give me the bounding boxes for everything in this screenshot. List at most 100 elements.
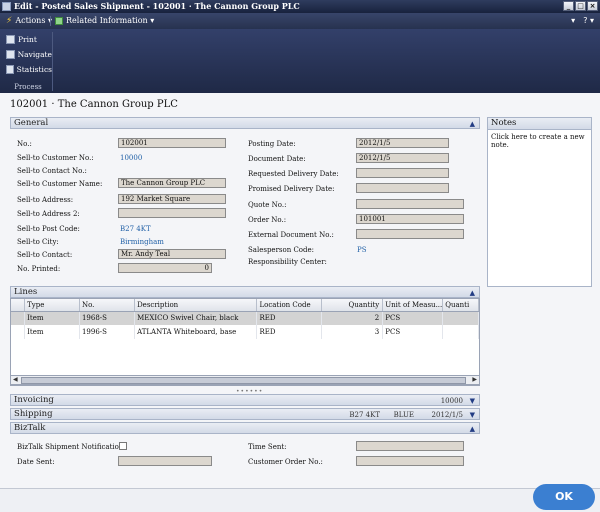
create-note-link[interactable]: Click here to create a new note. xyxy=(488,130,591,152)
column-unit-of-measure[interactable]: Unit of Measu... xyxy=(382,299,444,312)
external-doc-label: External Document No.: xyxy=(248,231,334,239)
statistics-button[interactable]: Statistics xyxy=(3,62,52,77)
cell-location-code[interactable]: RED xyxy=(256,311,323,325)
column-location-code[interactable]: Location Code xyxy=(256,299,323,312)
related-information-label: Related Information ▾ xyxy=(66,16,155,25)
customer-name-field[interactable]: The Cannon Group PLC xyxy=(118,178,226,188)
responsibility-center-label: Responsibility Center: xyxy=(248,258,327,266)
no-field[interactable]: 102001 xyxy=(118,138,226,148)
cell-quantity-invoiced[interactable] xyxy=(442,311,479,325)
time-sent-label: Time Sent: xyxy=(248,443,287,451)
cell-location-code[interactable]: RED xyxy=(256,325,323,339)
cell-unit-of-measure[interactable]: PCS xyxy=(382,311,444,325)
shipping-post-code: B27 4KT xyxy=(349,411,380,419)
scrollbar-thumb[interactable] xyxy=(21,377,466,384)
print-label: Print xyxy=(18,35,37,44)
time-sent-field[interactable] xyxy=(356,441,464,451)
customer-no-link[interactable]: 10000 xyxy=(120,154,142,162)
general-fasttab[interactable]: General ▲ xyxy=(10,117,480,129)
address2-field[interactable] xyxy=(118,208,226,218)
biztalk-notification-label: BizTalk Shipment Notification: xyxy=(17,443,126,451)
cell-quantity[interactable]: 3 xyxy=(321,325,384,339)
cell-description[interactable]: ATLANTA Whiteboard, base xyxy=(134,325,258,339)
help-dropdown[interactable]: ? ▾ xyxy=(583,13,594,29)
statistics-icon xyxy=(6,65,14,74)
lines-fasttab[interactable]: Lines ▲ xyxy=(10,286,480,298)
no-label: No.: xyxy=(17,140,32,148)
collapse-icon[interactable]: ▲ xyxy=(470,119,475,129)
lines-header: Lines xyxy=(14,287,38,297)
column-quantity[interactable]: Quantity xyxy=(321,299,384,312)
close-button[interactable]: × xyxy=(587,1,598,11)
expand-icon[interactable]: ▼ xyxy=(470,396,475,406)
invoicing-header: Invoicing xyxy=(14,395,54,405)
requested-delivery-field[interactable] xyxy=(356,168,449,178)
maximize-button[interactable]: □ xyxy=(575,1,586,11)
contact-field[interactable]: Mr. Andy Teal xyxy=(118,249,226,259)
document-date-label: Document Date: xyxy=(248,155,306,163)
city-label: Sell-to City: xyxy=(17,238,59,246)
cell-type[interactable]: Item xyxy=(24,325,80,339)
post-code-link[interactable]: B27 4KT xyxy=(120,225,151,233)
cell-quantity-invoiced[interactable] xyxy=(442,325,479,339)
scroll-right-icon[interactable]: ▶ xyxy=(472,376,477,383)
biztalk-fasttab[interactable]: BizTalk ▲ xyxy=(10,422,480,434)
window-title: Edit - Posted Sales Shipment - 102001 · … xyxy=(14,1,300,11)
external-doc-field[interactable] xyxy=(356,229,464,239)
date-sent-field[interactable] xyxy=(118,456,212,466)
salesperson-link[interactable]: PS xyxy=(357,246,367,254)
customer-order-no-field[interactable] xyxy=(356,456,464,466)
actions-menu[interactable]: ⚡ Actions ▾ xyxy=(6,13,52,29)
shipping-location: BLUE xyxy=(393,411,414,419)
cell-description[interactable]: MEXICO Swivel Chair, black xyxy=(134,311,258,325)
promised-delivery-field[interactable] xyxy=(356,183,449,193)
related-info-icon xyxy=(55,17,63,25)
invoicing-fasttab[interactable]: Invoicing 10000 ▼ xyxy=(10,394,480,406)
posting-date-label: Posting Date: xyxy=(248,140,296,148)
scroll-left-icon[interactable]: ◀ xyxy=(13,376,18,383)
minimize-button[interactable]: _ xyxy=(563,1,574,11)
quote-no-field[interactable] xyxy=(356,199,464,209)
cell-type[interactable]: Item xyxy=(24,311,80,325)
collapse-icon[interactable]: ▲ xyxy=(470,288,475,298)
expand-icon[interactable]: ▼ xyxy=(470,410,475,420)
column-quantity-invoiced[interactable]: Quanti xyxy=(442,299,479,312)
ok-button[interactable]: OK xyxy=(533,484,595,510)
collapse-icon[interactable]: ▲ xyxy=(470,424,475,434)
process-group-label: Process xyxy=(14,83,42,91)
city-link[interactable]: Birmingham xyxy=(120,238,164,246)
notes-header: Notes xyxy=(488,118,591,130)
row-selector[interactable] xyxy=(11,311,26,325)
promised-delivery-label: Promised Delivery Date: xyxy=(248,185,335,193)
related-information-menu[interactable]: Related Information ▾ xyxy=(55,13,154,29)
table-row[interactable]: Item 1968-S MEXICO Swivel Chair, black R… xyxy=(11,311,479,325)
printed-field[interactable]: 0 xyxy=(118,263,212,273)
row-selector[interactable] xyxy=(11,325,26,339)
cell-unit-of-measure[interactable]: PCS xyxy=(382,325,444,339)
order-no-field[interactable]: 101001 xyxy=(356,214,464,224)
customize-dropdown[interactable]: ▾ xyxy=(571,13,575,29)
requested-delivery-label: Requested Delivery Date: xyxy=(248,170,339,178)
shipping-fasttab[interactable]: Shipping B27 4KT BLUE 2012/1/5 ▼ xyxy=(10,408,480,420)
process-group: Print Navigate Statistics Process xyxy=(3,32,53,91)
column-no[interactable]: No. xyxy=(79,299,136,312)
navigate-button[interactable]: Navigate xyxy=(3,47,52,62)
address-label: Sell-to Address: xyxy=(17,196,74,204)
window-titlebar: Edit - Posted Sales Shipment - 102001 · … xyxy=(0,0,600,13)
address-field[interactable]: 192 Market Square xyxy=(118,194,226,204)
cell-no[interactable]: 1996-S xyxy=(79,325,136,339)
cell-quantity[interactable]: 2 xyxy=(321,311,384,325)
biztalk-notification-checkbox[interactable] xyxy=(119,442,127,450)
print-button[interactable]: Print xyxy=(3,32,52,47)
post-code-label: Sell-to Post Code: xyxy=(17,225,80,233)
table-row[interactable]: Item 1996-S ATLANTA Whiteboard, base RED… xyxy=(11,325,479,339)
app-icon xyxy=(2,2,11,11)
horizontal-scrollbar[interactable]: ◀ ▶ xyxy=(10,375,480,385)
column-description[interactable]: Description xyxy=(134,299,258,312)
posting-date-field[interactable]: 2012/1/5 xyxy=(356,138,449,148)
cell-no[interactable]: 1968-S xyxy=(79,311,136,325)
document-date-field[interactable]: 2012/1/5 xyxy=(356,153,449,163)
actions-menu-label: Actions ▾ xyxy=(15,16,52,25)
page-title: 102001 · The Cannon Group PLC xyxy=(10,99,178,110)
column-type[interactable]: Type xyxy=(24,299,80,312)
